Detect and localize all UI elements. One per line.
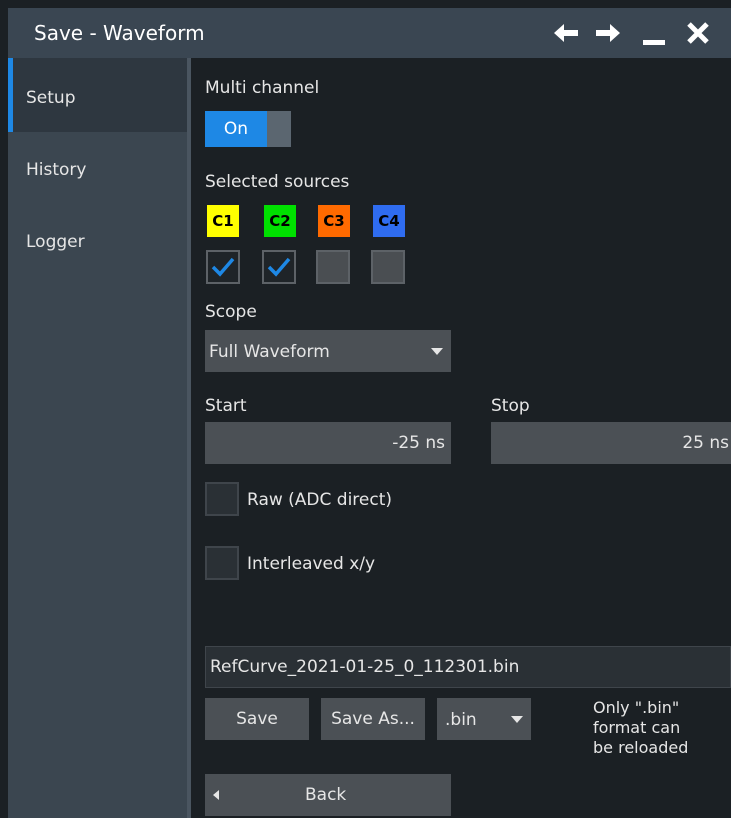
back-label: Back (305, 785, 347, 805)
toggle-knob (267, 111, 291, 147)
caret-left-icon (213, 790, 219, 800)
format-note: Only ".bin" format can be reloaded (593, 698, 723, 758)
sidebar-item-label: Setup (26, 88, 76, 108)
arrow-left-icon[interactable] (548, 16, 584, 50)
stop-input[interactable]: 25 ns (491, 422, 731, 464)
scope-label: Scope (205, 302, 257, 322)
start-label: Start (205, 396, 247, 416)
channel-c1-badge: C1 (207, 205, 239, 237)
save-as-button[interactable]: Save As... (321, 698, 425, 740)
multi-channel-label: Multi channel (205, 78, 320, 98)
filename-field[interactable]: RefCurve_2021-01-25_0_112301.bin (205, 646, 731, 688)
arrow-right-icon[interactable] (590, 16, 626, 50)
format-note-line: Only ".bin" (593, 698, 680, 717)
selected-sources-label: Selected sources (205, 172, 350, 192)
format-note-line: format can (593, 718, 681, 737)
sidebar: Setup History Logger (8, 58, 188, 818)
channel-c3-badge: C3 (318, 205, 350, 237)
chevron-down-icon (511, 716, 523, 723)
format-note-line: be reloaded (593, 738, 689, 757)
chevron-down-icon (431, 348, 443, 355)
format-value: .bin (445, 710, 477, 730)
start-input[interactable]: -25 ns (205, 422, 451, 464)
channel-c2-badge: C2 (264, 205, 296, 237)
start-value: -25 ns (392, 433, 445, 453)
setup-panel: Multi channel On Selected sources C1 C2 … (191, 58, 731, 818)
channel-c4-badge: C4 (373, 205, 405, 237)
sidebar-item-history[interactable]: History (8, 132, 188, 206)
checkmark-icon (211, 257, 235, 277)
raw-adc-checkbox[interactable] (205, 482, 239, 516)
sidebar-item-label: Logger (26, 232, 85, 252)
format-select[interactable]: .bin (437, 698, 531, 740)
channel-c1-checkbox[interactable] (206, 250, 240, 284)
scope-value: Full Waveform (209, 342, 330, 362)
window-title: Save - Waveform (34, 21, 205, 45)
back-button[interactable]: Back (205, 774, 451, 816)
toggle-state: On (205, 111, 267, 147)
channel-c4-checkbox[interactable] (371, 250, 405, 284)
stop-label: Stop (491, 396, 530, 416)
filename-value: RefCurve_2021-01-25_0_112301.bin (210, 657, 520, 677)
interleaved-label: Interleaved x/y (247, 554, 376, 574)
stop-value: 25 ns (682, 433, 729, 453)
checkmark-icon (267, 257, 291, 277)
save-button[interactable]: Save (205, 698, 309, 740)
scope-select[interactable]: Full Waveform (205, 330, 451, 372)
sidebar-item-logger[interactable]: Logger (8, 206, 188, 280)
close-icon[interactable] (680, 16, 716, 50)
minimize-icon[interactable] (636, 16, 672, 50)
interleaved-checkbox[interactable] (205, 546, 239, 580)
sidebar-item-setup[interactable]: Setup (8, 58, 188, 132)
title-bar: Save - Waveform (8, 8, 731, 58)
channel-c3-checkbox[interactable] (316, 250, 350, 284)
sidebar-item-label: History (26, 160, 87, 180)
channel-c2-checkbox[interactable] (262, 250, 296, 284)
raw-adc-label: Raw (ADC direct) (247, 490, 393, 510)
multi-channel-toggle[interactable]: On (205, 111, 291, 147)
